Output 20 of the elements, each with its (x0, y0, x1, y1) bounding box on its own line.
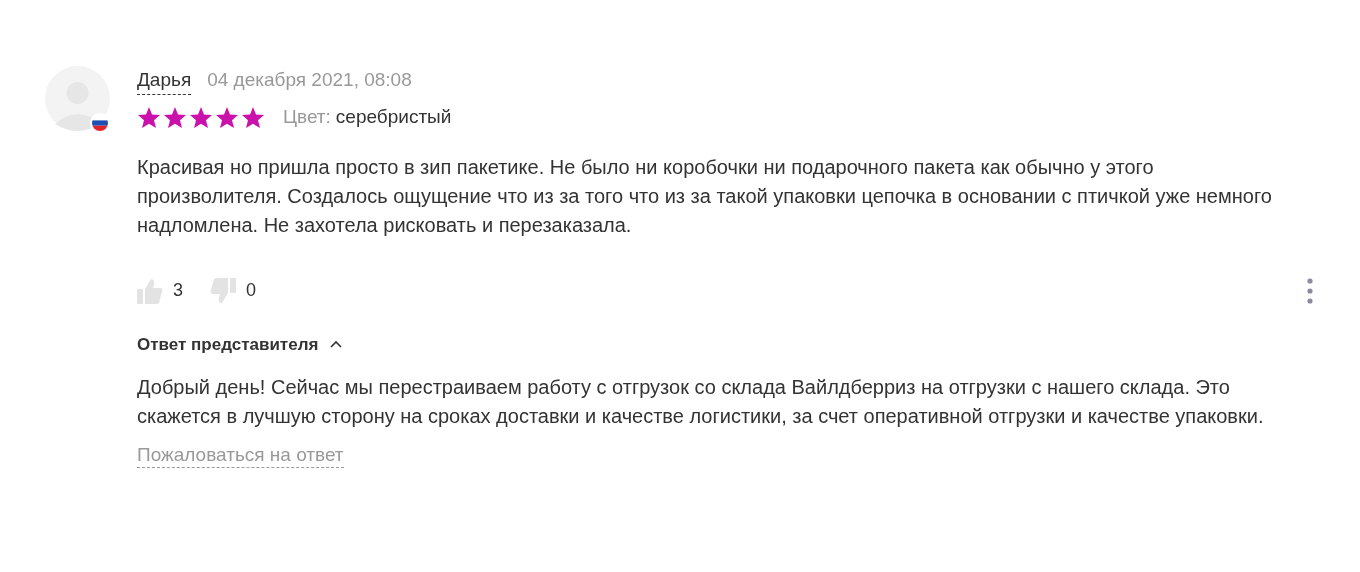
flag-icon (90, 113, 110, 133)
dislike-button[interactable]: 0 (210, 276, 257, 305)
attribute-label: Цвет: (283, 105, 331, 129)
star-icon (215, 105, 239, 129)
more-icon (1307, 277, 1313, 304)
star-icon (137, 105, 161, 129)
answer-text: Добрый день! Сейчас мы перестраиваем работу с отгрузок со склада Вайлдберриз на отгрузки с нашего склада. Это скажется в лучшую сторону на сроках доставки и качестве логистики, за счет оперативной отгрузки и качестве упаковки. (137, 375, 1265, 429)
review-text: Красивая но пришла просто в зип пакетике. Не было ни коробочки ни подарочного пакета как обычно у этого произволителя. Создалось ощущение что из за того что из за такой упаковки цепочка в основании с птичкой уже немного надломлена. Не захотела рисковать и перезаказала. (137, 154, 1273, 238)
answer-toggle[interactable]: Ответ представителя (137, 331, 343, 357)
avatar-icon (45, 66, 110, 131)
like-button[interactable]: 3 (137, 276, 183, 305)
thumbs-down-icon (210, 276, 236, 305)
star-icon (163, 105, 187, 129)
caret-icon (330, 340, 343, 349)
star-icon (241, 105, 265, 129)
author-name[interactable]: Дарья (137, 66, 192, 95)
review-date: 04 декабря 2021, 08:08 (207, 68, 412, 92)
thumbs-up-icon (137, 276, 163, 305)
star-icon (189, 105, 213, 129)
attribute-value: серебристый (335, 105, 452, 129)
